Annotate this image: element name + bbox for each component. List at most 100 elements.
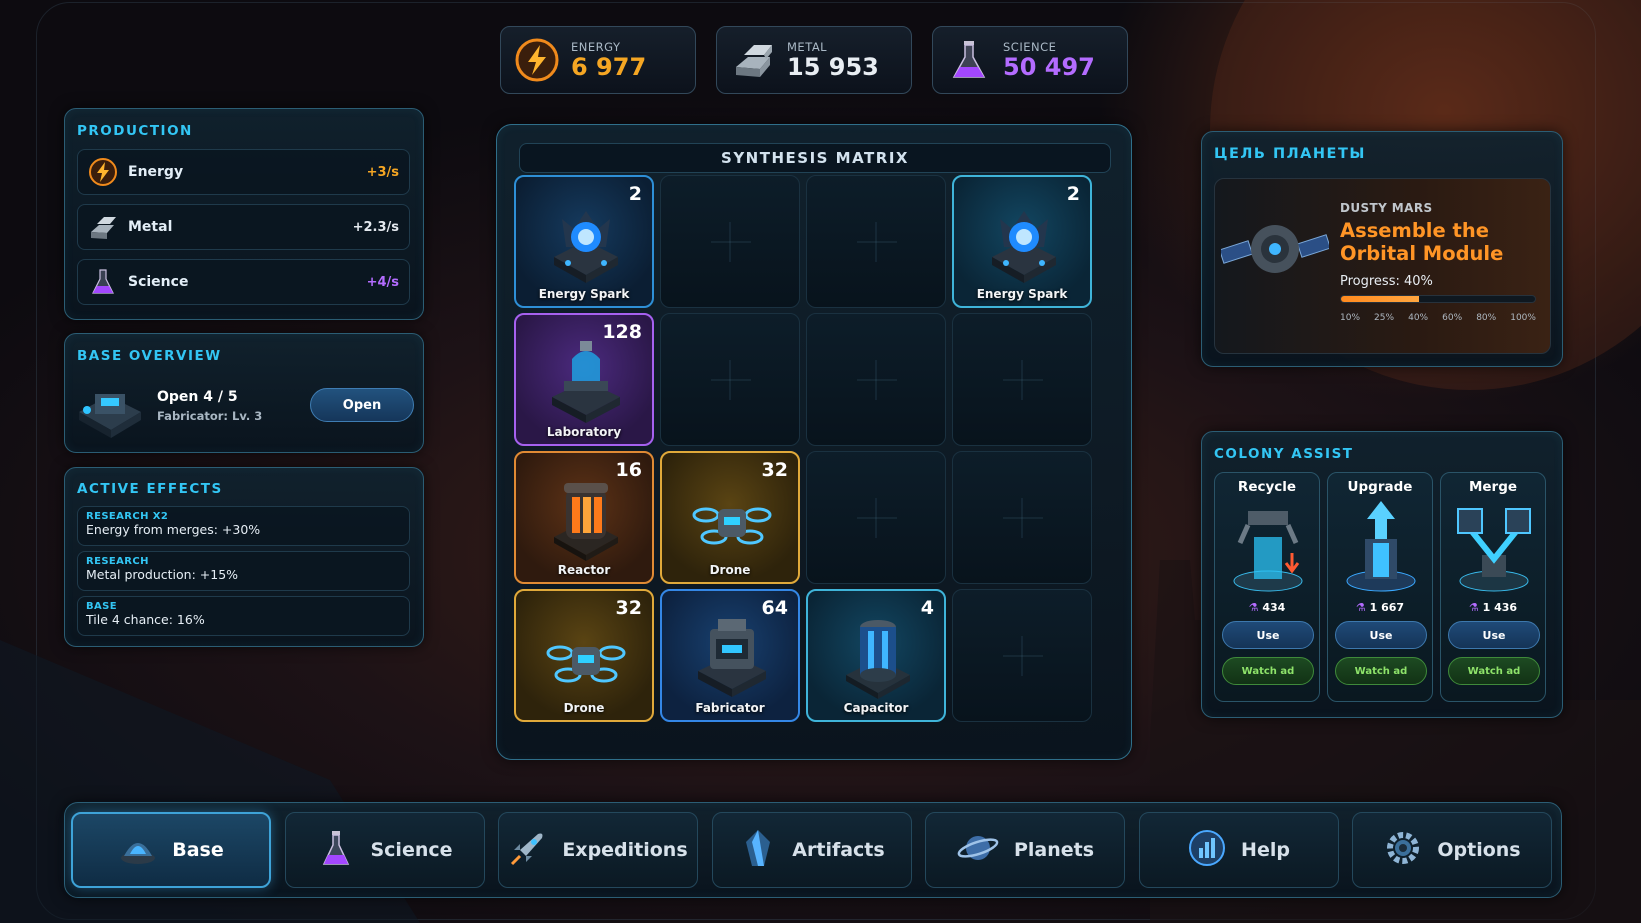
base-overview-title: BASE OVERVIEW (77, 348, 222, 364)
goal-progress-bar (1340, 295, 1536, 303)
matrix-empty-slot[interactable] (806, 451, 946, 584)
assist-name: Upgrade (1347, 479, 1413, 495)
assist-watch-ad-button[interactable]: Watch ad (1335, 657, 1427, 685)
assist-use-button[interactable]: Use (1222, 621, 1314, 649)
matrix-tile[interactable]: 2 Energy Spark (514, 175, 654, 308)
matrix-empty-slot[interactable] (660, 175, 800, 308)
effect-text: Tile 4 chance: 16% (86, 612, 205, 627)
colony-assist-panel: COLONY ASSIST Recycle ⚗ 434 Use Watch ad… (1201, 431, 1563, 718)
metal-value: 15 953 (787, 53, 879, 81)
active-effects-title: ACTIVE EFFECTS (77, 481, 223, 497)
tile-level: 16 (615, 459, 642, 481)
tile-name: Capacitor (843, 701, 909, 715)
nav-planets[interactable]: Planets (925, 812, 1125, 888)
assist-watch-ad-button[interactable]: Watch ad (1222, 657, 1314, 685)
science-label: SCIENCE (1003, 40, 1057, 54)
assist-use-button[interactable]: Use (1448, 621, 1540, 649)
assist-cost-value: 1 436 (1482, 601, 1518, 614)
base-fabricator-text: Fabricator: Lv. 3 (157, 409, 263, 423)
matrix-tile[interactable]: 4 Capacitor (806, 589, 946, 722)
goal-card: DUSTY MARS Assemble the Orbital Module P… (1214, 178, 1551, 354)
nav-label: Base (172, 839, 224, 861)
nav-artifacts[interactable]: Artifacts (711, 812, 912, 888)
progress-tick: 80% (1476, 313, 1497, 323)
production-name: Science (128, 274, 189, 290)
matrix-empty-slot[interactable] (952, 313, 1092, 446)
progress-tick: 10% (1340, 313, 1361, 323)
matrix-empty-slot[interactable] (952, 589, 1092, 722)
energy-value: 6 977 (571, 53, 647, 81)
assist-name: Merge (1468, 479, 1518, 495)
bottom-nav: Base Science Expeditions Artifacts Planets He… (64, 802, 1562, 898)
nav-label: Planets (1013, 839, 1095, 861)
matrix-tile[interactable]: 64 Fabricator (660, 589, 800, 722)
assist-card-upgrade: Upgrade ⚗ 1 667 Use Watch ad (1327, 472, 1433, 702)
effect-item: RESEARCH Metal production: +15% (77, 551, 410, 591)
effect-tag: RESEARCH (86, 556, 149, 567)
matrix-tile[interactable]: 2 Energy Spark (952, 175, 1092, 308)
production-panel: PRODUCTION Energy +3/s Metal +2.3/s Scie… (64, 108, 424, 320)
tile-level: 2 (1066, 183, 1080, 205)
assist-card-recycle: Recycle ⚗ 434 Use Watch ad (1214, 472, 1320, 702)
nav-science[interactable]: Science (284, 812, 485, 888)
matrix-tile[interactable]: 32 Drone (514, 589, 654, 722)
assist-watch-ad-button[interactable]: Watch ad (1448, 657, 1540, 685)
effect-tag: BASE (86, 601, 117, 612)
rocket-icon (508, 828, 548, 872)
matrix-empty-slot[interactable] (806, 175, 946, 308)
resource-energy: ENERGY 6 977 (500, 26, 696, 94)
assist-cost-value: 434 (1262, 601, 1286, 614)
progress-tick: 60% (1442, 313, 1463, 323)
goal-progress-label: Progress: 40% (1340, 274, 1433, 289)
matrix-tile[interactable]: 16 Reactor (514, 451, 654, 584)
nav-base[interactable]: Base (71, 812, 271, 888)
nav-label: Options (1437, 839, 1521, 861)
assist-cost-value: 1 667 (1369, 601, 1405, 614)
goal-title-line1: Assemble the (1340, 219, 1489, 242)
tile-level: 32 (761, 459, 788, 481)
production-rate: +2.3/s (352, 219, 399, 235)
matrix-tile[interactable]: 32 Drone (660, 451, 800, 584)
tile-level: 128 (602, 321, 642, 343)
energy-label: ENERGY (571, 40, 621, 54)
recycle-machine-icon (1233, 511, 1303, 592)
matrix-tile[interactable]: 128 Laboratory (514, 313, 654, 446)
science-flask-icon: ⚗ (1248, 601, 1263, 614)
metal-ingot-icon (729, 36, 777, 84)
production-rate: +3/s (366, 164, 399, 180)
tile-level: 4 (920, 597, 934, 619)
science-flask-icon (945, 36, 993, 84)
assist-cost: ⚗ 434 (1215, 601, 1319, 614)
matrix-empty-slot[interactable] (660, 313, 800, 446)
base-slots-text: Open 4 / 5 (157, 389, 238, 405)
tile-name: Energy Spark (976, 287, 1068, 301)
assist-name: Recycle (1237, 479, 1297, 495)
colony-assist-title: COLONY ASSIST (1214, 446, 1354, 462)
base-open-button[interactable]: Open (310, 388, 414, 422)
matrix-empty-slot[interactable] (952, 451, 1092, 584)
goal-progress-fill (1341, 296, 1419, 302)
planet-goal-title: ЦЕЛЬ ПЛАНЕТЫ (1214, 146, 1366, 162)
effect-tag: RESEARCH X2 (86, 511, 169, 522)
matrix-empty-slot[interactable] (806, 313, 946, 446)
nav-options[interactable]: Options (1352, 812, 1552, 888)
assist-card-merge: Merge ⚗ 1 436 Use Watch ad (1440, 472, 1546, 702)
progress-tick: 25% (1374, 313, 1395, 323)
production-rate: +4/s (366, 274, 399, 290)
nav-label: Expeditions (562, 839, 688, 861)
science-flask-icon (316, 828, 356, 872)
progress-tick: 40% (1408, 313, 1429, 323)
planet-goal-panel: ЦЕЛЬ ПЛАНЕТЫ DUSTY MARS Assemble the Orb… (1201, 131, 1563, 367)
goal-progress-ticks: 10% 25% 40% 60% 80% 100% (1340, 313, 1536, 323)
nav-help[interactable]: Help (1138, 812, 1339, 888)
matrix-grid: 2 Energy Spark 2 Energy Spark 128 Laboratory 1… (514, 175, 1114, 755)
nav-expeditions[interactable]: Expeditions (498, 812, 698, 888)
planet-name: DUSTY MARS (1340, 201, 1433, 215)
nav-label: Science (370, 839, 453, 861)
planet-icon (956, 828, 1000, 872)
tile-level: 2 (628, 183, 642, 205)
assist-use-button[interactable]: Use (1335, 621, 1427, 649)
tile-level: 64 (761, 597, 788, 619)
matrix-title: SYNTHESIS MATRIX (519, 143, 1111, 173)
progress-tick: 100% (1510, 313, 1536, 323)
